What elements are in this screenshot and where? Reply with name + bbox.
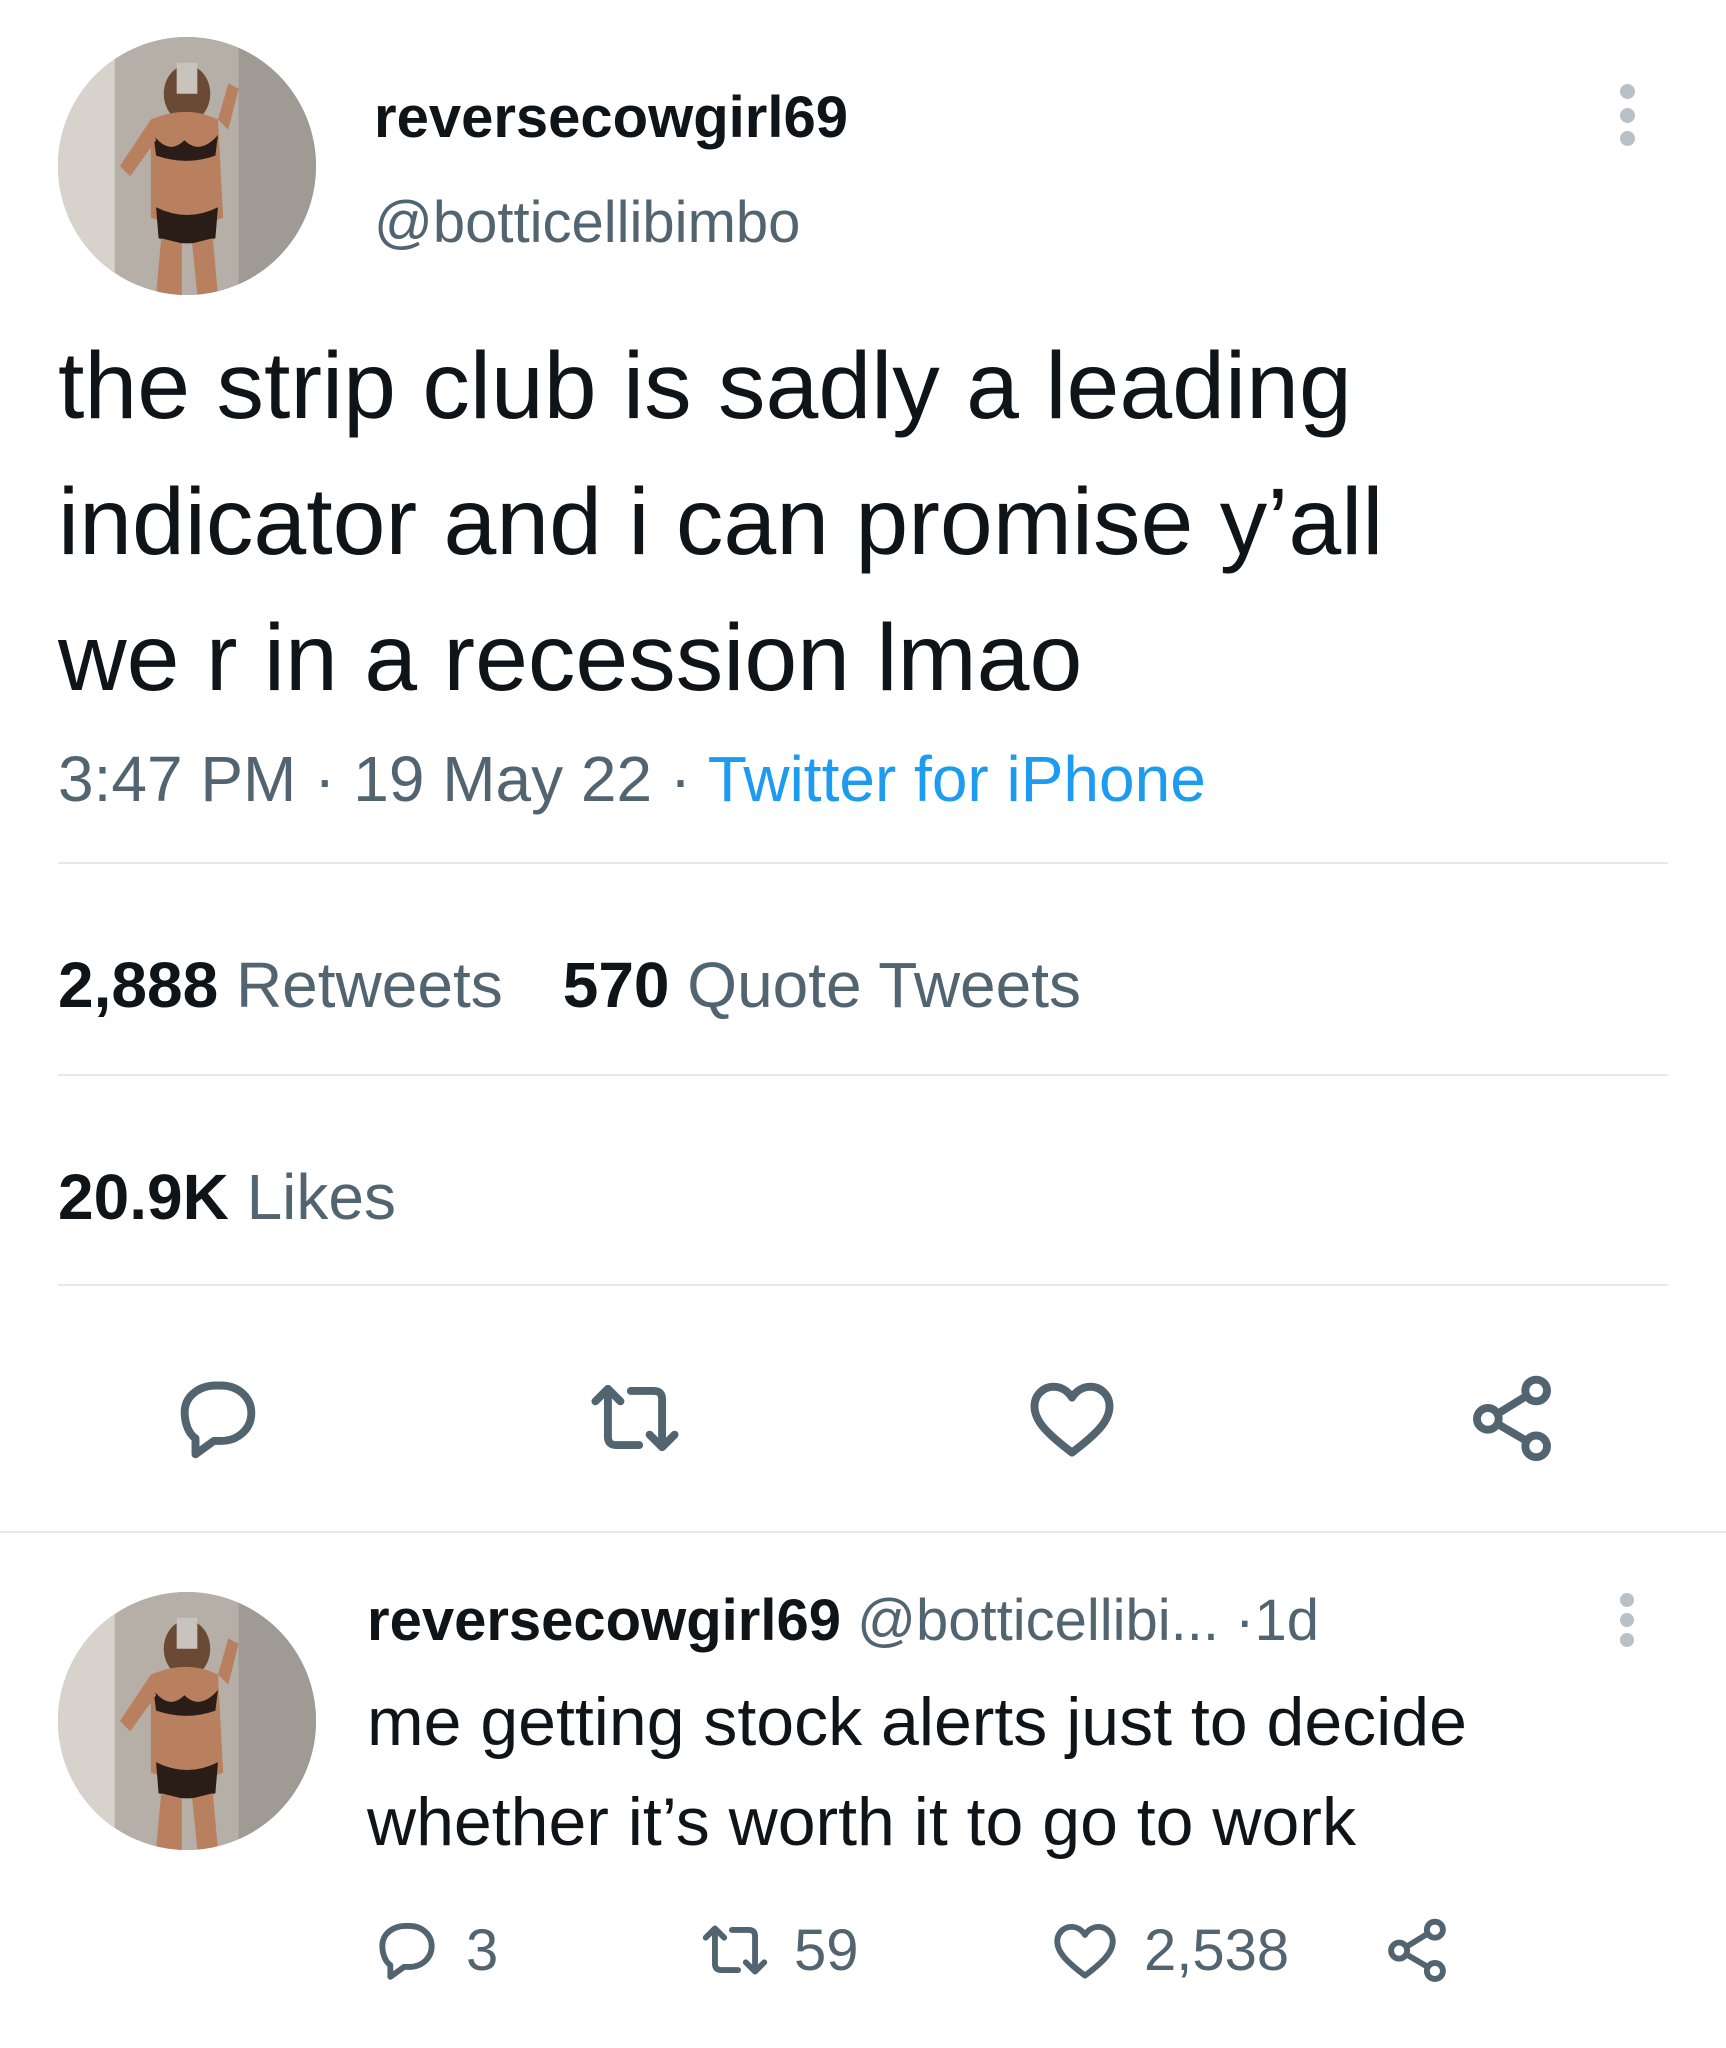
share-icon[interactable] [1462, 1368, 1562, 1468]
retweets-label: Retweets [235, 949, 503, 1021]
reply-icon[interactable] [168, 1368, 268, 1468]
reply-like-button[interactable]: 2,538 [1048, 1910, 1289, 1990]
reply-author-name[interactable]: reversecowgirl69 [367, 1588, 841, 1653]
tweet-text: the strip club is sadly a leading indica… [58, 333, 1384, 711]
likes-count: 20.9K [58, 1161, 229, 1233]
reply-age[interactable]: 1d [1254, 1588, 1319, 1653]
reply-retweet-button[interactable]: 59 [698, 1910, 859, 1990]
retweets-count: 2,888 [58, 949, 219, 1021]
meta-separator: · [314, 743, 336, 815]
retweet-count: 59 [794, 1917, 859, 1983]
reply-icon [370, 1913, 444, 1987]
likes-label: Likes [246, 1161, 396, 1233]
tweet-meta: 3:47 PM · 19 May 22 · Twitter for iPhone [58, 742, 1206, 816]
tweet-date[interactable]: 19 May 22 [353, 743, 652, 815]
more-options-icon[interactable] [1617, 84, 1637, 146]
divider [58, 862, 1668, 864]
reply-reply-button[interactable]: 3 [370, 1910, 498, 1990]
divider [58, 1284, 1668, 1286]
meta-separator: · [1235, 1588, 1255, 1653]
retweet-stats: 2,888 Retweets 570 Quote Tweets [58, 948, 1081, 1022]
reply-avatar[interactable] [58, 1592, 316, 1850]
meta-separator: · [669, 743, 692, 815]
retweet-icon [698, 1913, 772, 1987]
reply-more-options-icon[interactable] [1618, 1593, 1636, 1647]
divider [0, 1531, 1726, 1533]
heart-icon[interactable] [1022, 1368, 1122, 1468]
reply-author-handle[interactable]: @botticellibi... [857, 1588, 1219, 1653]
tweet-source-link[interactable]: Twitter for iPhone [708, 743, 1206, 815]
tweet-time[interactable]: 3:47 PM [58, 743, 296, 815]
quote-tweets-link[interactable]: 570 Quote Tweets [563, 949, 1081, 1021]
reply-count: 3 [466, 1917, 499, 1983]
author-handle[interactable]: @botticellibimbo [374, 189, 800, 256]
quote-tweets-count: 570 [562, 949, 670, 1021]
likes-stats: 20.9K Likes [58, 1160, 396, 1234]
avatar-photo [58, 1592, 316, 1850]
reply-text: me getting stock alerts just to decide w… [367, 1684, 1467, 1860]
avatar-photo [58, 37, 316, 295]
retweet-icon[interactable] [585, 1368, 685, 1468]
heart-icon [1048, 1913, 1122, 1987]
reply-header: reversecowgirl69 @botticellibi... ·1d [367, 1587, 1319, 1654]
share-icon [1380, 1913, 1454, 1987]
avatar[interactable] [58, 37, 316, 295]
likes-link[interactable]: 20.9K Likes [58, 1161, 396, 1233]
author-display-name[interactable]: reversecowgirl69 [374, 84, 848, 151]
retweets-link[interactable]: 2,888 Retweets [58, 949, 503, 1021]
quote-tweets-label: Quote Tweets [687, 949, 1081, 1021]
like-count: 2,538 [1144, 1917, 1290, 1983]
divider [58, 1074, 1668, 1076]
reply-share-button[interactable] [1380, 1910, 1476, 1990]
